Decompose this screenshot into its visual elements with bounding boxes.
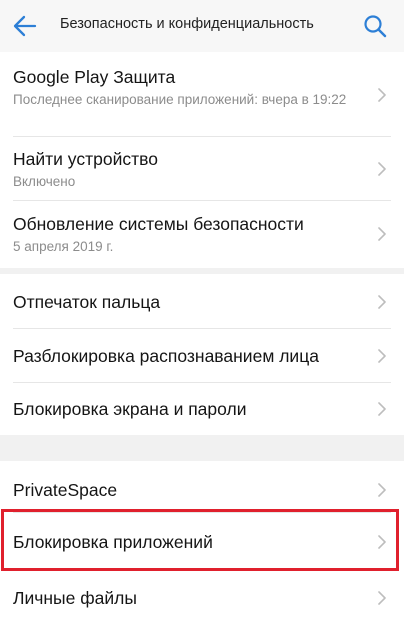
settings-item-label: Личные файлы	[13, 588, 137, 608]
settings-item-label: Отпечаток пальца	[13, 292, 161, 312]
settings-item-face-unlock[interactable]: Разблокировка распознаванием лица	[0, 329, 404, 382]
app-bar: Безопасность и конфиденциальность	[0, 0, 404, 52]
chevron-right-icon	[378, 483, 386, 497]
chevron-right-icon	[378, 349, 386, 363]
settings-group-protection: Google Play Защита Последнее сканировани…	[0, 52, 404, 268]
settings-item-privatespace[interactable]: PrivateSpace	[0, 461, 404, 513]
settings-item-fingerprint[interactable]: Отпечаток пальца	[0, 274, 404, 328]
settings-group-privacy: PrivateSpace Блокировка приложений Личны…	[0, 461, 404, 619]
chevron-right-icon	[378, 535, 386, 549]
settings-item-label: Обновление системы безопасности	[13, 214, 304, 234]
settings-item-subtitle: 5 апреля 2019 г.	[13, 239, 114, 254]
chevron-right-icon	[378, 402, 386, 416]
settings-item-label: Блокировка приложений	[13, 532, 213, 552]
chevron-right-icon	[378, 162, 386, 176]
settings-item-app-lock[interactable]: Блокировка приложений	[0, 513, 404, 569]
search-icon	[364, 15, 387, 38]
settings-item-subtitle: Последнее сканирование приложений: вчера…	[13, 92, 347, 107]
search-button[interactable]	[359, 10, 391, 42]
settings-item-subtitle: Включено	[13, 174, 76, 189]
chevron-right-icon	[378, 591, 386, 605]
chevron-right-icon	[378, 295, 386, 309]
back-button[interactable]	[8, 10, 42, 42]
settings-item-find-device[interactable]: Найти устройство Включено	[0, 137, 404, 200]
settings-item-label: Найти устройство	[13, 149, 158, 169]
settings-item-label: Разблокировка распознаванием лица	[13, 346, 319, 366]
settings-item-label: Google Play Защита	[13, 67, 176, 87]
settings-group-unlock: Отпечаток пальца Разблокировка распознав…	[0, 274, 404, 435]
settings-item-screen-lock-passwords[interactable]: Блокировка экрана и пароли	[0, 383, 404, 435]
arrow-left-icon	[13, 15, 37, 37]
settings-item-label: PrivateSpace	[13, 480, 118, 500]
chevron-right-icon	[378, 227, 386, 241]
settings-item-private-files[interactable]: Личные файлы	[0, 571, 404, 619]
chevron-right-icon	[378, 88, 386, 102]
settings-item-label: Блокировка экрана и пароли	[13, 399, 247, 419]
settings-item-google-play-protect[interactable]: Google Play Защита Последнее сканировани…	[0, 52, 404, 136]
page-title: Безопасность и конфиденциальность	[60, 16, 314, 32]
security-privacy-screen: Безопасность и конфиденциальность Google…	[0, 0, 404, 619]
settings-item-security-update[interactable]: Обновление системы безопасности 5 апреля…	[0, 201, 404, 268]
